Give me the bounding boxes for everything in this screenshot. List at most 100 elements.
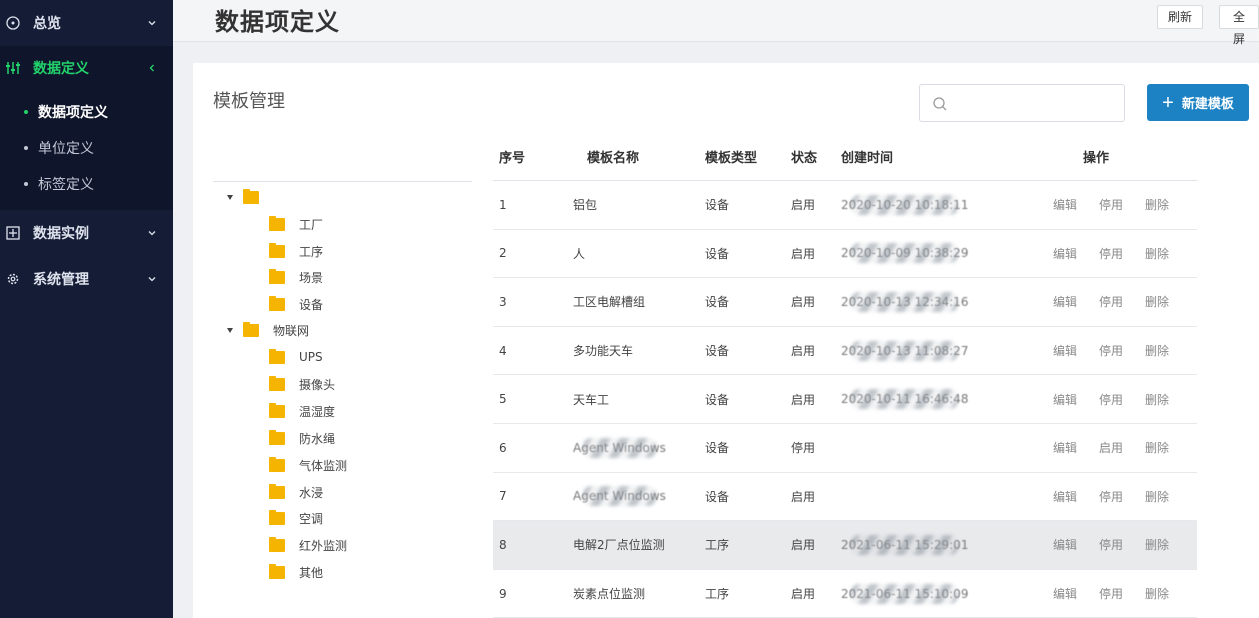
cell-time: 2021-06-11 15:29:01 — [841, 537, 969, 552]
toggle-status-button[interactable]: 停用 — [1099, 391, 1123, 408]
delete-button[interactable]: 删除 — [1145, 536, 1169, 553]
tree-node[interactable]: 工序 — [269, 240, 323, 262]
caret-down-icon — [227, 327, 233, 333]
tree-node-label: 摄像头 — [299, 377, 336, 392]
submenu-item-data-item[interactable]: 数据项定义 — [0, 94, 173, 130]
header-time: 创建时间 — [841, 151, 894, 166]
delete-button[interactable]: 删除 — [1145, 342, 1169, 359]
cell-idx: 7 — [499, 489, 507, 504]
cell-name: 工区电解槽组 — [573, 295, 646, 310]
template-table: 序号 模板名称 模板类型 状态 创建时间 操作 1 铝包 设备 启用 2020-… — [493, 133, 1197, 618]
cell-time: 2020-10-20 10:18:11 — [841, 197, 969, 212]
toggle-status-button[interactable]: 停用 — [1099, 488, 1123, 505]
instance-icon — [6, 226, 20, 240]
gear-icon — [7, 273, 19, 285]
tree-node-label: 空调 — [299, 511, 324, 526]
cell-idx: 1 — [499, 197, 507, 212]
edit-button[interactable]: 编辑 — [1053, 342, 1077, 359]
tree-node[interactable]: 气体监测 — [269, 454, 347, 476]
cell-type: 工序 — [705, 587, 730, 602]
toggle-status-button[interactable]: 停用 — [1099, 245, 1123, 262]
nav-item-data-instance[interactable]: 数据实例 — [0, 210, 173, 256]
nav-item-data-definition[interactable]: 数据定义 — [0, 46, 173, 90]
delete-button[interactable]: 删除 — [1145, 196, 1169, 213]
chevron-down-icon — [148, 277, 156, 282]
folder-icon — [269, 402, 285, 418]
tree-node[interactable]: 其他 — [269, 561, 323, 583]
submenu-item-unit[interactable]: 单位定义 — [0, 130, 173, 166]
refresh-button[interactable]: 刷新 — [1157, 5, 1204, 29]
folder-icon — [243, 188, 259, 204]
cell-type: 设备 — [705, 295, 730, 310]
cell-time: 2020-10-09 10:38:29 — [841, 246, 969, 261]
tree-node[interactable]: 工厂 — [269, 213, 323, 235]
tree-node-label: 工序 — [299, 244, 324, 259]
nav-item-overview[interactable]: 总览 — [0, 0, 173, 46]
search-icon — [933, 97, 947, 111]
search-input[interactable] — [919, 84, 1125, 122]
tree-root-1[interactable] — [227, 186, 273, 208]
tree-node[interactable]: 摄像头 — [269, 373, 335, 395]
sidebar: 总览 数据定义 数据项定义 单位定义 标签定义 数据实例 系统管理 — [0, 0, 173, 618]
edit-button[interactable]: 编辑 — [1053, 585, 1077, 602]
edit-button[interactable]: 编辑 — [1053, 439, 1077, 456]
nav-item-data-instance-label: 数据实例 — [33, 226, 89, 242]
tree-root-iot[interactable]: 物联网 — [227, 319, 309, 341]
header-name: 模板名称 — [587, 151, 640, 166]
cell-name: Agent Windows — [573, 440, 666, 455]
table-row: 5 天车工 设备 启用 2020-10-11 16:46:48 编辑 停用 删除 — [493, 375, 1197, 424]
toggle-status-button[interactable]: 停用 — [1099, 342, 1123, 359]
delete-button[interactable]: 删除 — [1145, 391, 1169, 408]
cell-status: 启用 — [791, 538, 816, 553]
nav-item-system[interactable]: 系统管理 — [0, 256, 173, 302]
tree-node[interactable]: 场景 — [269, 266, 323, 288]
delete-button[interactable]: 删除 — [1145, 293, 1169, 310]
toggle-status-button[interactable]: 启用 — [1099, 439, 1123, 456]
chevron-down-icon — [148, 231, 156, 236]
new-template-label: 新建模板 — [1181, 96, 1234, 111]
folder-icon — [269, 536, 285, 552]
edit-button[interactable]: 编辑 — [1053, 391, 1077, 408]
toggle-status-button[interactable]: 停用 — [1099, 536, 1123, 553]
tree-node-label: UPS — [299, 350, 323, 364]
table-row: 9 炭素点位监测 工序 启用 2021-06-11 15:10:09 编辑 停用 删… — [493, 570, 1197, 618]
folder-icon — [269, 242, 285, 258]
panel-title: 模板管理 — [213, 91, 285, 112]
edit-button[interactable]: 编辑 — [1053, 488, 1077, 505]
tree-node[interactable]: 温湿度 — [269, 400, 335, 422]
tree-node[interactable]: 防水绳 — [269, 427, 335, 449]
edit-button[interactable]: 编辑 — [1053, 245, 1077, 262]
toggle-status-button[interactable]: 停用 — [1099, 293, 1123, 310]
delete-button[interactable]: 删除 — [1145, 488, 1169, 505]
cell-status: 启用 — [791, 344, 816, 359]
cell-idx: 8 — [499, 537, 507, 552]
edit-button[interactable]: 编辑 — [1053, 293, 1077, 310]
fullscreen-button[interactable]: 全屏 — [1219, 5, 1259, 46]
submenu-item-tag[interactable]: 标签定义 — [0, 166, 173, 202]
tree-node-label: 防水绳 — [299, 431, 336, 446]
tree-node[interactable]: 红外监测 — [269, 534, 347, 556]
table-header: 序号 模板名称 模板类型 状态 创建时间 操作 — [493, 133, 1197, 181]
folder-icon — [269, 456, 285, 472]
edit-button[interactable]: 编辑 — [1053, 196, 1077, 213]
tree-node[interactable]: 设备 — [269, 293, 323, 315]
tree-node-label: 场景 — [299, 270, 324, 285]
edit-button[interactable]: 编辑 — [1053, 536, 1077, 553]
delete-button[interactable]: 删除 — [1145, 585, 1169, 602]
tree-node[interactable]: 空调 — [269, 507, 323, 529]
cell-time: 2020-10-13 12:34:16 — [841, 294, 969, 309]
table-row: 8 电解2厂点位监测 工序 启用 2021-06-11 15:29:01 编辑 停… — [493, 521, 1197, 570]
tree-node[interactable]: 水浸 — [269, 481, 323, 503]
tree-node-label: 温湿度 — [299, 404, 336, 419]
cell-idx: 6 — [499, 440, 507, 455]
toggle-status-button[interactable]: 停用 — [1099, 196, 1123, 213]
delete-button[interactable]: 删除 — [1145, 439, 1169, 456]
tree-node[interactable]: UPS — [269, 346, 323, 368]
toggle-status-button[interactable]: 停用 — [1099, 585, 1123, 602]
new-template-button[interactable]: + 新建模板 — [1147, 84, 1249, 121]
cell-type: 设备 — [705, 441, 730, 456]
delete-button[interactable]: 删除 — [1145, 245, 1169, 262]
submenu-data-definition: 数据项定义 单位定义 标签定义 — [0, 90, 173, 210]
folder-icon — [269, 295, 285, 311]
table-row: 6 Agent Windows 设备 停用 编辑 启用 删除 — [493, 424, 1197, 473]
